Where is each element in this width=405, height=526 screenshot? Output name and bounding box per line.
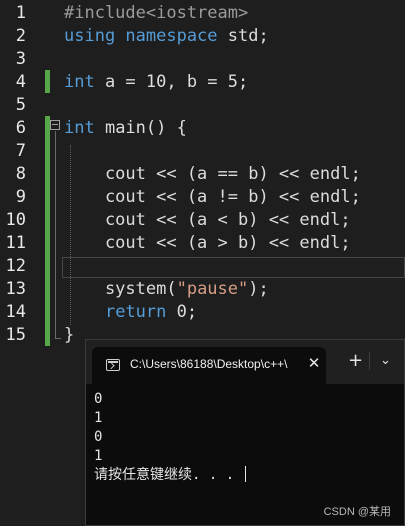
code-text: cout << (a < b) << endl;	[64, 209, 351, 232]
code-line[interactable]: 6 int main() {	[0, 117, 405, 140]
line-number: 5	[15, 95, 26, 115]
code-line[interactable]: 10 cout << (a < b) << endl;	[0, 209, 405, 232]
code-text: cout << (a == b) << endl;	[64, 163, 361, 186]
code-line[interactable]: 9 cout << (a != b) << endl;	[0, 186, 405, 209]
code-text: }	[64, 324, 74, 347]
code-token: return	[104, 302, 167, 322]
code-token: }	[64, 325, 75, 345]
code-token: cout << (a < b) << endl;	[64, 210, 351, 230]
terminal-tab[interactable]: C:\Users\86188\Desktop\c++\ ✕	[92, 347, 326, 384]
code-text: return 0;	[64, 301, 197, 324]
code-token: a = 10, b = 5;	[94, 72, 249, 92]
code-token: "pause"	[176, 279, 249, 299]
line-number: 1	[15, 3, 26, 23]
output-line: 0	[94, 429, 103, 445]
line-number: 8	[15, 164, 26, 184]
code-token: system(	[64, 279, 177, 299]
code-text: cout << (a != b) << endl;	[64, 186, 361, 209]
line-number: 6	[15, 118, 26, 138]
code-token: main() {	[94, 118, 187, 138]
code-token: int	[64, 118, 95, 138]
line-number: 9	[15, 187, 26, 207]
code-token: int	[64, 72, 95, 92]
line-number: 12	[5, 256, 26, 276]
code-text: cout << (a > b) << endl;	[64, 232, 351, 255]
code-token: using namespace	[64, 26, 218, 46]
line-number: 3	[15, 49, 26, 69]
close-icon[interactable]: ✕	[306, 354, 322, 372]
code-line[interactable]: 12	[0, 255, 405, 278]
code-line[interactable]: 14 return 0;	[0, 301, 405, 324]
chevron-down-icon[interactable]: ⌄	[380, 352, 391, 370]
code-text: #include<iostream>	[64, 2, 248, 25]
code-token: cout << (a > b) << endl;	[64, 233, 351, 253]
output-line: 0	[94, 391, 103, 407]
watermark: CSDN @某用	[323, 506, 391, 518]
code-line[interactable]: 4 int a = 10, b = 5;	[0, 71, 405, 94]
text-cursor	[244, 466, 246, 482]
line-number: 2	[15, 26, 26, 46]
code-line[interactable]: 1 #include<iostream>	[0, 2, 405, 25]
terminal-tab-bar: C:\Users\86188\Desktop\c++\ ✕ + ⌄	[86, 340, 404, 384]
plus-icon[interactable]: +	[348, 352, 363, 370]
code-line[interactable]: 13 system("pause");	[0, 278, 405, 301]
output-prompt: 请按任意键继续. . .	[94, 466, 246, 484]
code-token: 0;	[166, 302, 198, 322]
prompt-text: 请按任意键继续. . .	[94, 467, 243, 483]
tab-separator	[369, 352, 370, 370]
output-line: 1	[94, 448, 103, 464]
code-line[interactable]: 7	[0, 140, 405, 163]
code-text: int a = 10, b = 5;	[64, 71, 248, 94]
code-line[interactable]: 5	[0, 94, 405, 117]
code-text: system("pause");	[64, 278, 269, 301]
tab-title: C:\Users\86188\Desktop\c++\	[130, 357, 288, 371]
line-number: 14	[5, 302, 26, 322]
line-number: 15	[5, 325, 26, 345]
code-text: using namespace std;	[64, 25, 269, 48]
line-number: 11	[5, 233, 26, 253]
terminal-window[interactable]: C:\Users\86188\Desktop\c++\ ✕ + ⌄ 0 1 0 …	[85, 339, 405, 526]
code-line[interactable]: 2 using namespace std;	[0, 25, 405, 48]
line-number: 10	[5, 210, 26, 230]
line-number: 7	[15, 141, 26, 161]
code-text: int main() {	[64, 117, 187, 140]
terminal-icon	[106, 359, 120, 371]
code-token: );	[248, 279, 269, 299]
code-token: cout << (a == b) << endl;	[64, 164, 361, 184]
code-token: #include<iostream>	[64, 3, 249, 23]
output-line: 1	[94, 410, 103, 426]
code-line[interactable]: 3	[0, 48, 405, 71]
line-number: 4	[15, 72, 26, 92]
line-number: 13	[5, 279, 26, 299]
code-line[interactable]: 8 cout << (a == b) << endl;	[0, 163, 405, 186]
code-token: cout << (a != b) << endl;	[64, 187, 361, 207]
code-line[interactable]: 11 cout << (a > b) << endl;	[0, 232, 405, 255]
code-token: std;	[217, 26, 269, 46]
